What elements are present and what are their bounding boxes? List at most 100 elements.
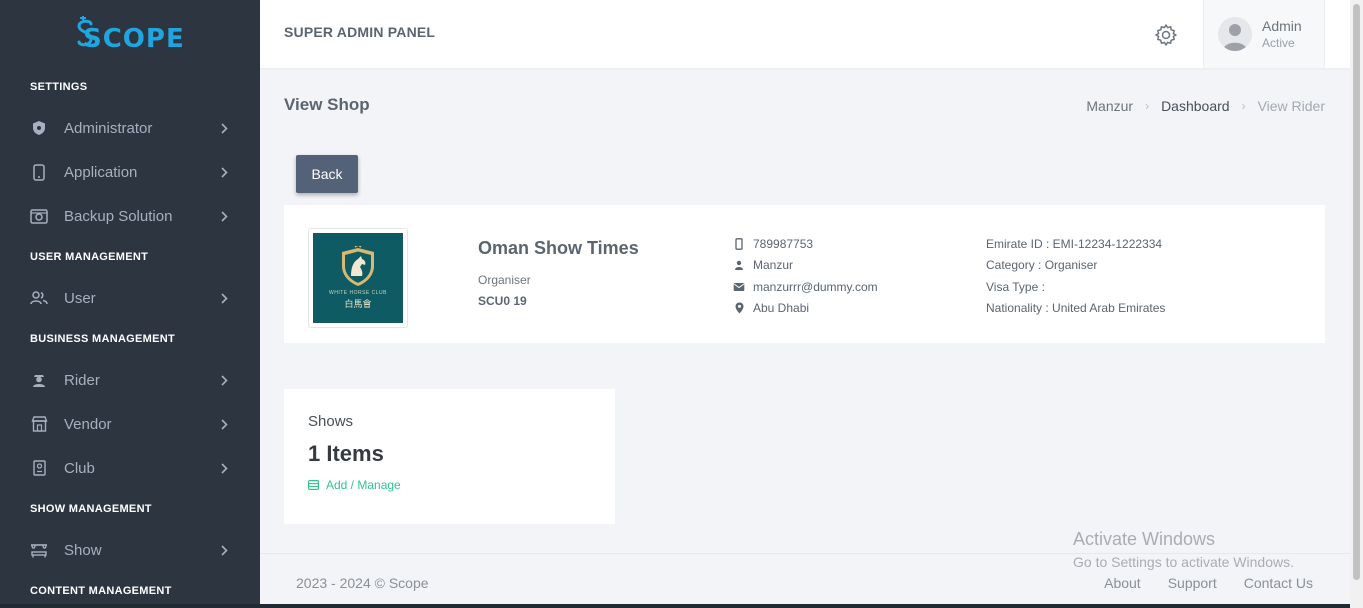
back-button[interactable]: Back <box>296 155 358 193</box>
footer-copyright: 2023 - 2024 © Scope <box>296 575 429 591</box>
header-title: SUPER ADMIN PANEL <box>284 24 436 40</box>
location-value: Abu Dhabi <box>753 301 810 316</box>
shows-count: 1 Items <box>308 441 384 466</box>
top-header: SUPER ADMIN PANEL Admin Active <box>260 0 1350 68</box>
footer-links: About Support Contact Us <box>1077 575 1313 591</box>
horse-crest-icon <box>342 246 374 286</box>
sidebar: SCOPE SETTINGS Administrator Application… <box>0 0 260 608</box>
scrollbar-thumb[interactable] <box>1353 4 1360 580</box>
sidebar-item-label: Show <box>64 541 102 559</box>
brand-wordmark-text: SCOPE <box>83 24 185 54</box>
chevron-right-icon: › <box>1145 99 1150 113</box>
sidebar-section-business-management: BUSINESS MANAGEMENT Rider Vendor Club <box>0 320 260 490</box>
footer-link-about[interactable]: About <box>1104 575 1141 591</box>
sidebar-item-application[interactable]: Application <box>0 150 260 194</box>
mail-icon <box>733 282 745 292</box>
sidebar-item-label: Vendor <box>64 415 112 433</box>
taskbar-edge <box>0 604 1350 608</box>
chevron-right-icon <box>218 462 230 474</box>
person-value: Manzur <box>753 258 794 273</box>
footer-link-support[interactable]: Support <box>1168 575 1217 591</box>
shop-name: Oman Show Times <box>478 238 639 258</box>
shop-code: SCU0 19 <box>478 294 527 308</box>
sidebar-section-user-management: USER MANAGEMENT User <box>0 238 260 320</box>
email-value: manzurrr@dummy.com <box>753 279 878 294</box>
watermark-subtitle: Go to Settings to activate Windows. <box>1073 554 1294 570</box>
phone-icon <box>733 237 745 250</box>
store-icon <box>30 415 48 433</box>
contact-location: Abu Dhabi <box>733 298 878 320</box>
list-icon <box>308 480 319 490</box>
breadcrumb-item-dashboard[interactable]: Dashboard <box>1161 98 1230 114</box>
shop-meta-list: Emirate ID : EMI-12234-1222334 Category … <box>986 233 1165 319</box>
chevron-right-icon <box>218 210 230 222</box>
person-icon <box>733 260 745 271</box>
sidebar-item-label: Club <box>64 459 95 477</box>
shop-role: Organiser <box>478 273 531 287</box>
sidebar-item-rider[interactable]: Rider <box>0 358 260 402</box>
chevron-right-icon <box>218 292 230 304</box>
rider-icon <box>30 371 48 389</box>
shop-info-card: WHITE HORSE CLUB 白馬會 Oman Show Times Org… <box>284 205 1325 343</box>
user-status: Active <box>1262 36 1295 50</box>
breadcrumb: Manzur › Dashboard › View Rider <box>1086 98 1325 114</box>
user-name: Admin <box>1262 18 1302 34</box>
chevron-right-icon: › <box>1241 99 1246 113</box>
sidebar-item-backup-solution[interactable]: Backup Solution <box>0 194 260 238</box>
user-avatar-icon <box>1218 17 1252 51</box>
breadcrumb-item-current: View Rider <box>1257 98 1325 114</box>
sidebar-item-administrator[interactable]: Administrator <box>0 106 260 150</box>
user-info: Admin Active <box>1262 18 1302 50</box>
contact-phone: 789987753 <box>733 233 878 255</box>
sidebar-item-show[interactable]: Show <box>0 528 260 572</box>
contact-list: 789987753 Manzur manzurrr@dummy.com Abu … <box>733 233 878 319</box>
club-caption: WHITE HORSE CLUB <box>328 290 387 296</box>
add-manage-link[interactable]: Add / Manage <box>308 478 401 492</box>
page-title: View Shop <box>284 95 370 114</box>
sidebar-item-label: Administrator <box>64 119 153 137</box>
chevron-right-icon <box>218 544 230 556</box>
building-icon <box>30 459 48 477</box>
sidebar-item-label: Rider <box>64 371 100 389</box>
sidebar-item-user[interactable]: User <box>0 276 260 320</box>
phone-value: 789987753 <box>753 236 814 251</box>
category: Category : Organiser <box>986 258 1098 273</box>
map-pin-icon <box>733 302 745 314</box>
emirate-id: Emirate ID : EMI-12234-1222334 <box>986 236 1163 251</box>
settings-button[interactable] <box>1153 22 1179 48</box>
section-title: BUSINESS MANAGEMENT <box>30 333 176 345</box>
footer-link-contact[interactable]: Contact Us <box>1244 575 1313 591</box>
chevron-right-icon <box>218 122 230 134</box>
shows-title: Shows <box>308 413 354 430</box>
section-title: SHOW MANAGEMENT <box>30 503 152 515</box>
page-scrollbar[interactable] <box>1350 0 1363 608</box>
sidebar-item-label: User <box>64 289 96 307</box>
sidebar-section-content-management: CONTENT MANAGEMENT <box>0 572 260 608</box>
sidebar-item-label: Backup Solution <box>64 207 173 225</box>
shows-card: Shows 1 Items Add / Manage <box>284 389 615 524</box>
shield-icon <box>30 119 48 137</box>
sidebar-section-settings: SETTINGS Administrator Application Backu… <box>0 68 260 238</box>
watermark-title: Activate Windows <box>1073 529 1216 549</box>
section-title: CONTENT MANAGEMENT <box>30 585 172 597</box>
activation-watermark: Activate Windows Go to Settings to activ… <box>1073 529 1294 570</box>
gear-icon <box>1155 24 1177 46</box>
sidebar-item-vendor[interactable]: Vendor <box>0 402 260 446</box>
add-manage-label: Add / Manage <box>326 478 401 492</box>
shop-image: WHITE HORSE CLUB 白馬會 <box>308 228 408 328</box>
sidebar-section-show-management: SHOW MANAGEMENT Show <box>0 490 260 572</box>
contact-person: Manzur <box>733 255 878 277</box>
breadcrumb-item-manzur[interactable]: Manzur <box>1086 98 1133 114</box>
section-title: SETTINGS <box>30 81 88 93</box>
chevron-right-icon <box>218 374 230 386</box>
club-chinese-name: 白馬會 <box>344 299 372 309</box>
nationality: Nationality : United Arab Emirates <box>986 301 1166 316</box>
contact-email: manzurrr@dummy.com <box>733 276 878 298</box>
user-menu[interactable]: Admin Active <box>1203 0 1325 68</box>
sidebar-item-club[interactable]: Club <box>0 446 260 490</box>
brand-wordmark[interactable]: SCOPE <box>83 24 185 54</box>
section-title: USER MANAGEMENT <box>30 251 149 263</box>
sidebar-item-label: Application <box>64 163 138 181</box>
club-logo: WHITE HORSE CLUB 白馬會 <box>313 233 403 323</box>
chevron-right-icon <box>218 418 230 430</box>
